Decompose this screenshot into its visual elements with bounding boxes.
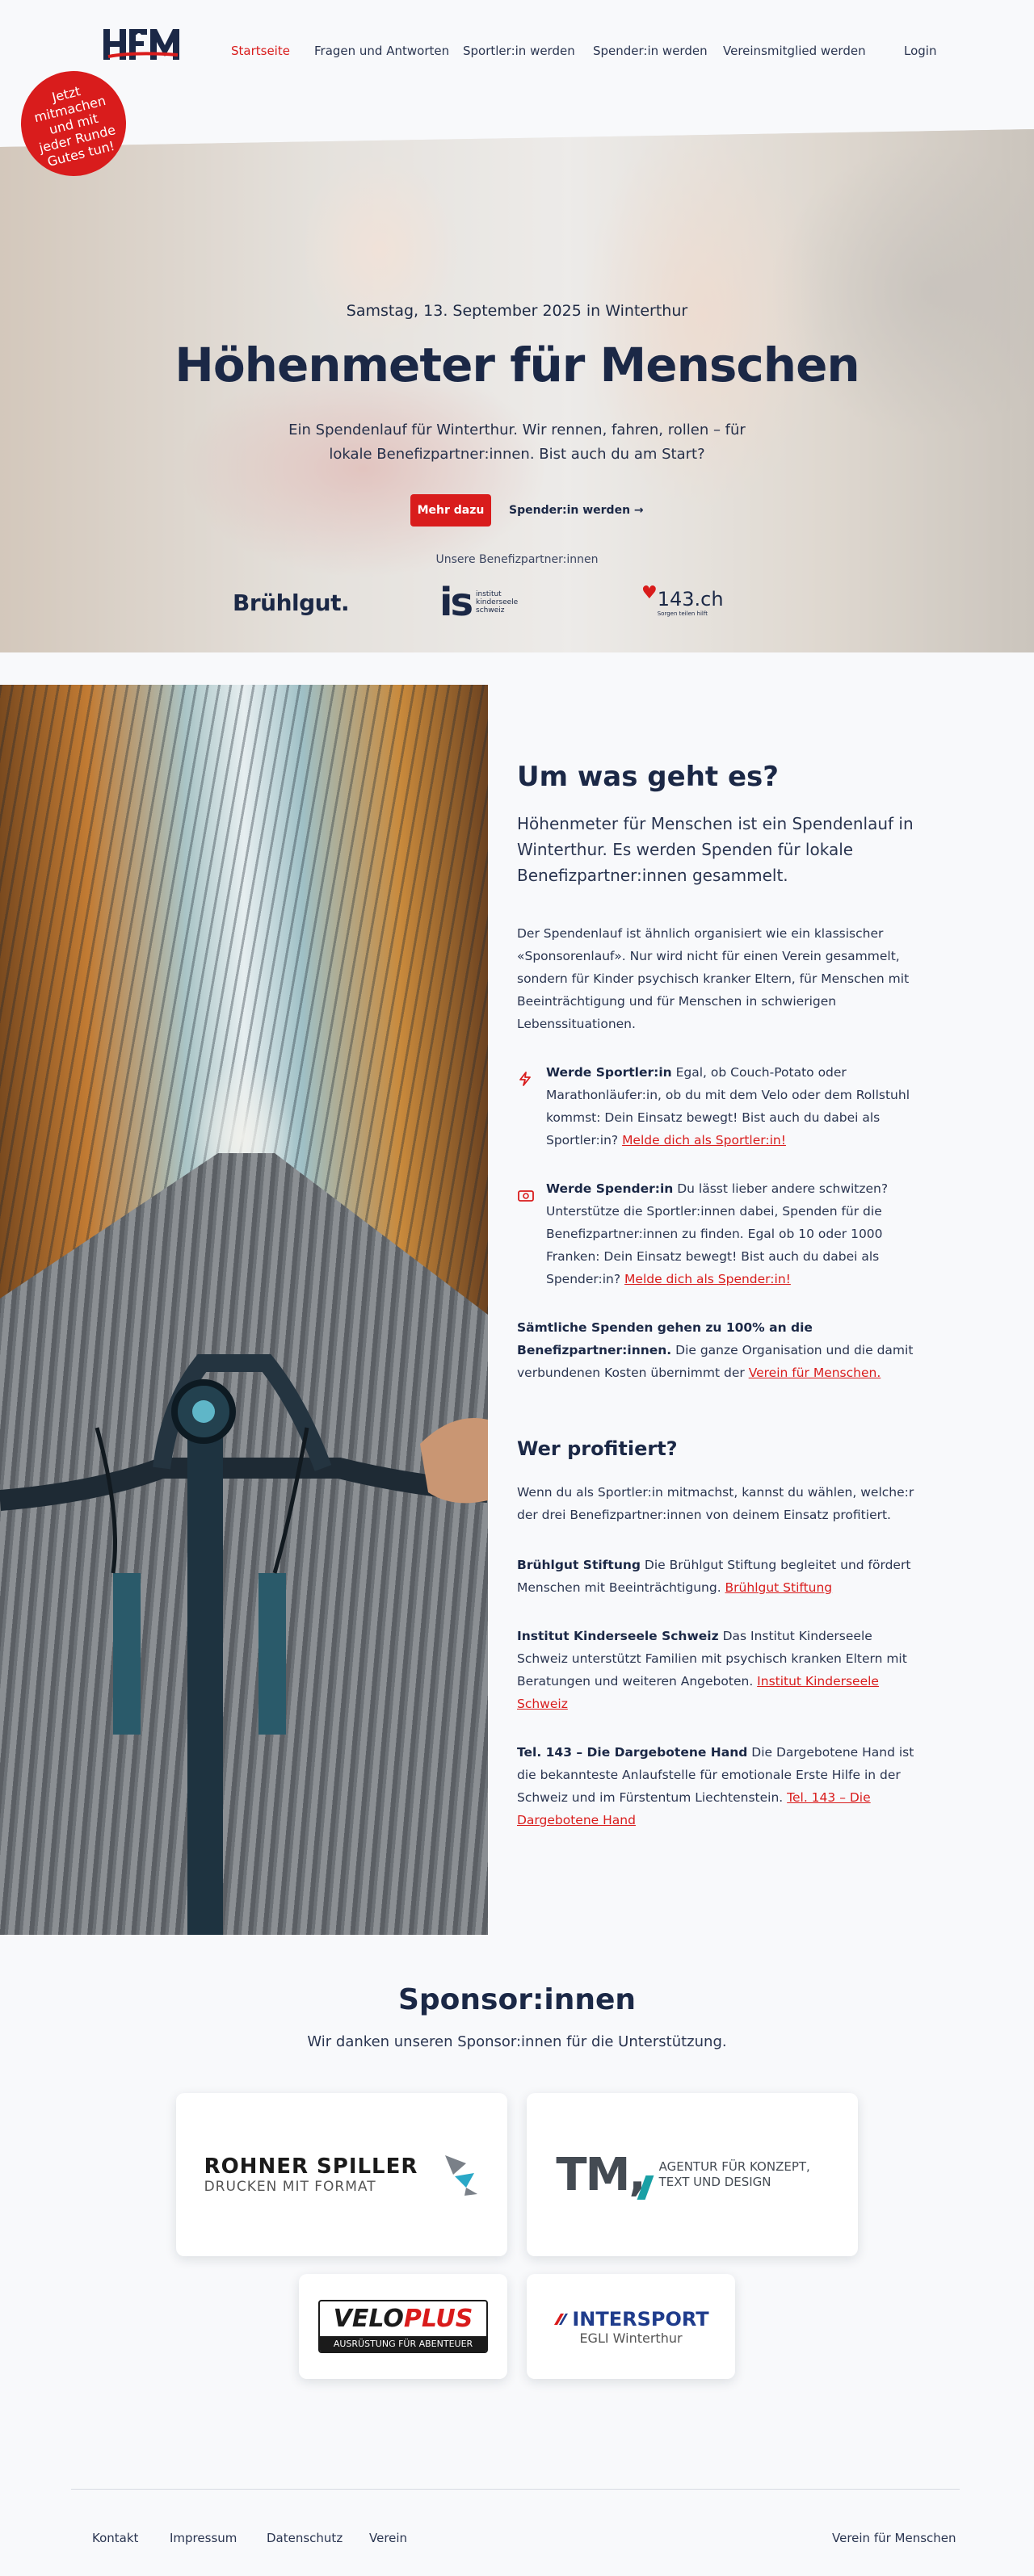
partners-label: Unsere Benefizpartner:innen	[435, 553, 599, 566]
velo-word: VELO	[333, 2305, 404, 2333]
sponsor-name: ROHNER SPILLER	[204, 2154, 418, 2179]
kinderseele-text: institut kinderseele schweiz	[476, 590, 519, 615]
about-lead: Höhenmeter für Menschen ist ein Spendenl…	[517, 814, 914, 885]
more-button[interactable]: Mehr dazu	[410, 494, 491, 527]
lightning-icon	[517, 1071, 533, 1087]
donor-paragraph: Werde Spender:in Du lässt lieber andere …	[546, 1177, 923, 1290]
sponsor-card-rohner-spiller[interactable]: ROHNER SPILLER DRUCKEN MIT FORMAT	[176, 2093, 507, 2256]
footer-link-impressum[interactable]: Impressum	[170, 2531, 237, 2545]
nav-vereinsmitglied[interactable]: Vereinsmitglied werden	[723, 44, 866, 58]
beneficiaries-intro: Wenn du als Sportler:in mitmachst, kanns…	[517, 1485, 914, 1522]
partner-logo-bruehlgut[interactable]: Brühlgut.	[233, 578, 350, 627]
footer-link-verein[interactable]: Verein	[369, 2531, 407, 2545]
athlete-paragraph: Werde Sportler:in Egal, ob Couch-Potato …	[546, 1061, 923, 1152]
donor-signup-link[interactable]: Melde dich als Spender:in!	[624, 1272, 791, 1286]
tm-letters: TM,	[556, 2148, 645, 2201]
become-donor-link[interactable]: Spender:in werden →	[509, 494, 644, 527]
intersport-logo: INTERSPORT	[553, 2307, 709, 2331]
beneficiary-143: Tel. 143 – Die Dargebotene Hand Die Darg…	[517, 1741, 921, 1831]
sponsor-tagline: DRUCKEN MIT FORMAT	[204, 2179, 376, 2195]
footer-divider	[71, 2489, 960, 2490]
event-date: Samstag, 13. September 2025 in Winterthu…	[346, 302, 688, 320]
sponsor-tagline: AGENTUR FÜR KONZEPT, TEXT UND DESIGN	[658, 2159, 810, 2189]
hero-lead: Ein Spendenlauf für Winterthur. Wir renn…	[288, 422, 746, 463]
footer-link-datenschutz[interactable]: Datenschutz	[267, 2531, 343, 2545]
nav-faq[interactable]: Fragen und Antworten	[314, 44, 449, 58]
hero-section: Samstag, 13. September 2025 in Winterthu…	[0, 129, 1034, 652]
sponsors-subtitle: Wir danken unseren Sponsor:innen für die…	[307, 2033, 727, 2050]
sponsors-title: Sponsor:innen	[397, 1983, 636, 2016]
login-link[interactable]: Login	[904, 44, 936, 58]
kinderseele-mark: is	[439, 580, 473, 625]
rohner-spiller-mark-icon	[445, 2155, 478, 2196]
athlete-heading: Werde Sportler:in	[546, 1065, 672, 1080]
handlebar-graphic	[0, 1354, 488, 1935]
beneficiary-heading: Tel. 143 – Die Dargebotene Hand	[517, 1745, 748, 1760]
money-icon	[517, 1189, 534, 1205]
heart-icon: ♥	[641, 582, 658, 603]
footer-link-kontakt[interactable]: Kontakt	[92, 2531, 138, 2545]
verein-link[interactable]: Verein für Menschen.	[749, 1366, 881, 1380]
athlete-signup-link[interactable]: Melde dich als Sportler:in!	[622, 1133, 786, 1147]
about-body: Der Spendenlauf ist ähnlich organisiert …	[517, 926, 910, 1031]
bruehlgut-link[interactable]: Brühlgut Stiftung	[725, 1580, 833, 1595]
donor-heading: Werde Spender:in	[546, 1181, 674, 1196]
partner-logo-143[interactable]: ♥ 143.ch Sorgen teilen hilft	[641, 578, 724, 627]
site-logo[interactable]	[103, 27, 181, 61]
sponsor-name: TM,	[556, 2148, 654, 2201]
sponsor-card-veloplus[interactable]: VELOPLUS AUSRÜSTUNG FÜR ABENTEUER	[299, 2274, 507, 2379]
beneficiary-bruehlgut: Brühlgut Stiftung Die Brühlgut Stiftung …	[517, 1554, 921, 1599]
plus-word: PLUS	[403, 2305, 473, 2333]
hero-title: Höhenmeter für Menschen	[174, 338, 860, 392]
donor-text: Du lässt lieber andere schwitzen? Unters…	[546, 1181, 889, 1286]
partner-logo-kinderseele[interactable]: is institut kinderseele schweiz	[439, 578, 518, 627]
nav-startseite[interactable]: Startseite	[231, 44, 290, 58]
nav-spender[interactable]: Spender:in werden	[593, 44, 708, 58]
sponsor-name: VELOPLUS	[334, 2301, 473, 2336]
beneficiary-kinderseele: Institut Kinderseele Schweiz Das Institu…	[517, 1625, 921, 1715]
sponsor-tagline: AUSRÜSTUNG FÜR ABENTEUER	[320, 2336, 486, 2352]
intersport-flag-icon	[554, 2313, 569, 2325]
sponsor-tagline: EGLI Winterthur	[579, 2330, 683, 2346]
site-header: Startseite Fragen und Antworten Sportler…	[0, 0, 1034, 105]
all-donations-paragraph: Sämtliche Spenden gehen zu 100% an die B…	[517, 1316, 921, 1384]
sponsor-card-intersport[interactable]: INTERSPORT EGLI Winterthur	[527, 2274, 735, 2379]
sponsor-name: INTERSPORT	[572, 2307, 709, 2331]
partner-143-sub: Sorgen teilen hilft	[657, 610, 708, 617]
beneficiary-heading: Brühlgut Stiftung	[517, 1558, 641, 1572]
footer-verein-fuer-menschen[interactable]: Verein für Menschen	[832, 2531, 956, 2545]
sponsor-card-tm[interactable]: TM, AGENTUR FÜR KONZEPT, TEXT UND DESIGN	[527, 2093, 858, 2256]
partner-143-name: 143.ch	[657, 588, 724, 610]
bike-photo	[0, 685, 488, 1935]
beneficiaries-title: Wer profitiert?	[517, 1437, 678, 1460]
about-title: Um was geht es?	[517, 761, 780, 793]
beneficiary-heading: Institut Kinderseele Schweiz	[517, 1629, 719, 1643]
nav-sportler[interactable]: Sportler:in werden	[463, 44, 575, 58]
